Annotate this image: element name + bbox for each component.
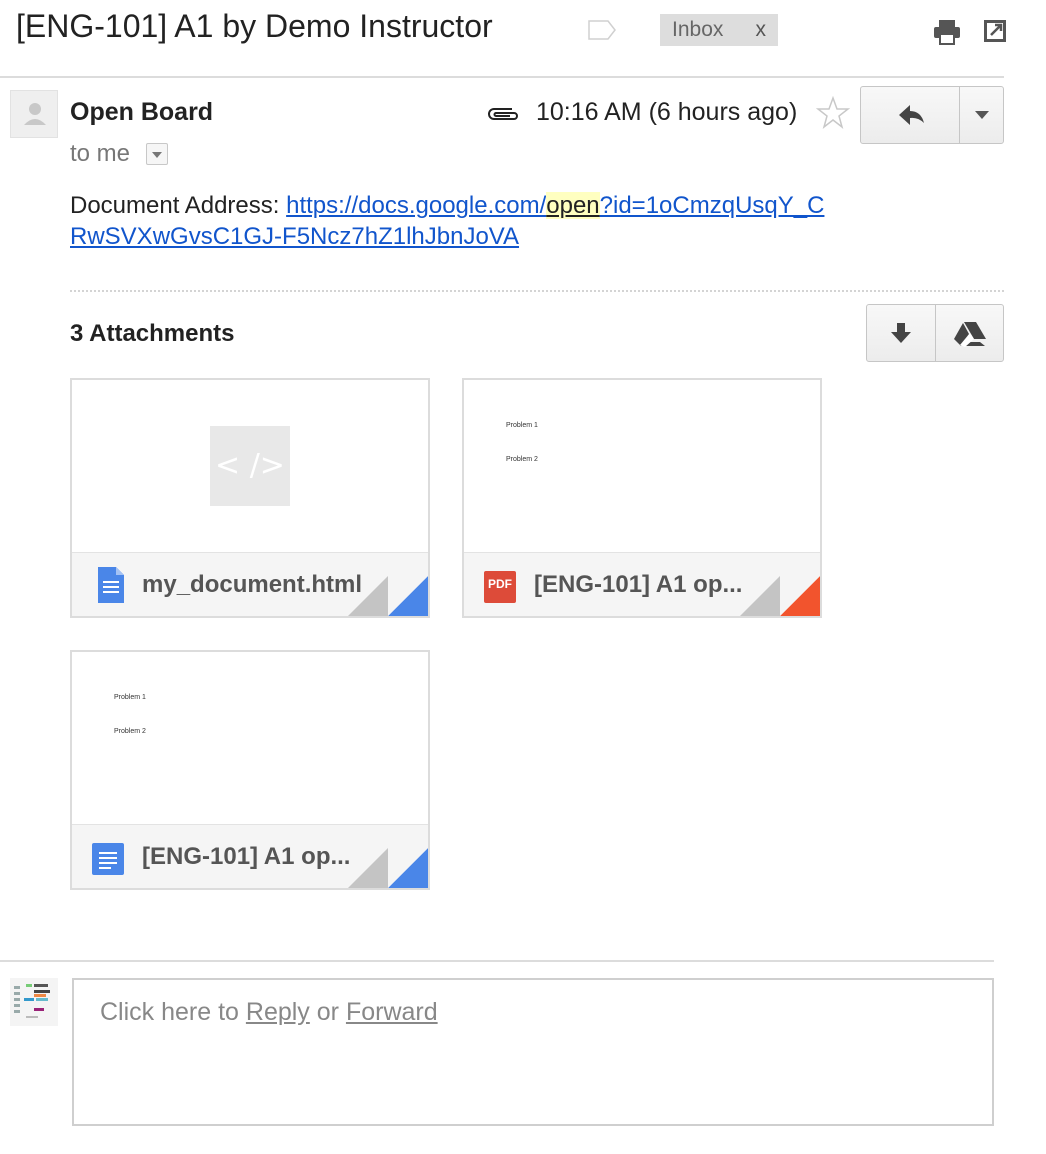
fold-corner-icon	[348, 576, 428, 616]
reply-button[interactable]	[861, 87, 959, 143]
attachment-actions	[866, 304, 1004, 362]
reply-divider	[0, 960, 994, 962]
reply-button-group	[860, 86, 1004, 144]
label-tag-icon[interactable]	[588, 20, 616, 40]
attachment-preview: Problem 1 Problem 2	[464, 380, 820, 552]
email-subject: [ENG-101] A1 by Demo Instructor	[16, 8, 493, 44]
reply-prompt: Click here to Reply or Forward	[100, 998, 438, 1027]
header-divider	[0, 76, 1004, 78]
paperclip-icon	[488, 108, 518, 120]
code-file-icon: < />	[210, 426, 290, 506]
attachment-name: my_document.html	[142, 571, 363, 598]
attachment-card[interactable]: Problem 1 Problem 2 PDF [ENG-101] A1 op.…	[462, 378, 822, 618]
more-options-button[interactable]	[960, 87, 1004, 143]
attachment-card[interactable]: < /> my_document.html	[70, 378, 430, 618]
message-body: Document Address: https://docs.google.co…	[70, 190, 830, 252]
attachment-footer: my_document.html	[72, 552, 428, 616]
preview-text-line: Problem 1	[114, 694, 146, 701]
download-all-button[interactable]	[867, 305, 935, 361]
preview-text-line: Problem 2	[506, 456, 538, 463]
sender-name[interactable]: Open Board	[70, 98, 213, 127]
download-icon	[891, 323, 911, 343]
subject-row: [ENG-101] A1 by Demo Instructor Inbox x	[0, 0, 1046, 76]
preview-text-line: Problem 1	[506, 422, 538, 429]
print-icon[interactable]	[932, 18, 962, 46]
attachment-footer: [ENG-101] A1 op...	[72, 824, 428, 888]
save-to-drive-button[interactable]	[936, 305, 1004, 361]
link-highlight: open	[546, 192, 600, 219]
pdf-icon-label: PDF	[488, 577, 512, 591]
document-file-icon	[98, 567, 124, 603]
reply-prompt-middle: or	[309, 998, 346, 1026]
sender-avatar	[10, 90, 58, 138]
star-icon[interactable]	[816, 96, 850, 130]
attachment-name: [ENG-101] A1 op...	[534, 571, 743, 598]
reply-forward-box[interactable]: Click here to Reply or Forward	[72, 978, 994, 1126]
fold-corner-icon	[348, 848, 428, 888]
show-details-dropdown[interactable]	[146, 143, 168, 165]
attachment-preview: Problem 1 Problem 2	[72, 652, 428, 824]
link-part-1: https://docs.google.com/	[286, 192, 547, 219]
user-avatar	[10, 978, 58, 1026]
inbox-label-text: Inbox	[672, 18, 724, 41]
message-timestamp: 10:16 AM (6 hours ago)	[536, 98, 798, 126]
default-avatar-icon	[24, 103, 46, 125]
google-docs-icon	[92, 843, 124, 875]
user-avatar-image	[14, 984, 50, 1018]
attachment-name: [ENG-101] A1 op...	[142, 843, 351, 870]
attachment-footer: PDF [ENG-101] A1 op...	[464, 552, 820, 616]
open-in-new-window-icon[interactable]	[982, 18, 1008, 44]
attachments-title: 3 Attachments	[70, 320, 235, 347]
inbox-label-chip[interactable]: Inbox x	[660, 14, 778, 46]
fold-corner-icon	[740, 576, 820, 616]
google-drive-icon	[954, 322, 986, 347]
reply-link[interactable]: Reply	[246, 998, 310, 1026]
reply-arrow-icon	[899, 105, 924, 125]
attachment-preview: < />	[72, 380, 428, 552]
forward-link[interactable]: Forward	[346, 998, 438, 1026]
recipient-text: to me	[70, 140, 131, 167]
attachment-card[interactable]: Problem 1 Problem 2 [ENG-101] A1 op...	[70, 650, 430, 890]
attachments-separator	[70, 290, 1004, 292]
preview-text-line: Problem 2	[114, 728, 146, 735]
body-prefix: Document Address:	[70, 192, 287, 219]
remove-label-button[interactable]: x	[756, 14, 767, 46]
reply-prompt-prefix: Click here to	[100, 998, 246, 1026]
